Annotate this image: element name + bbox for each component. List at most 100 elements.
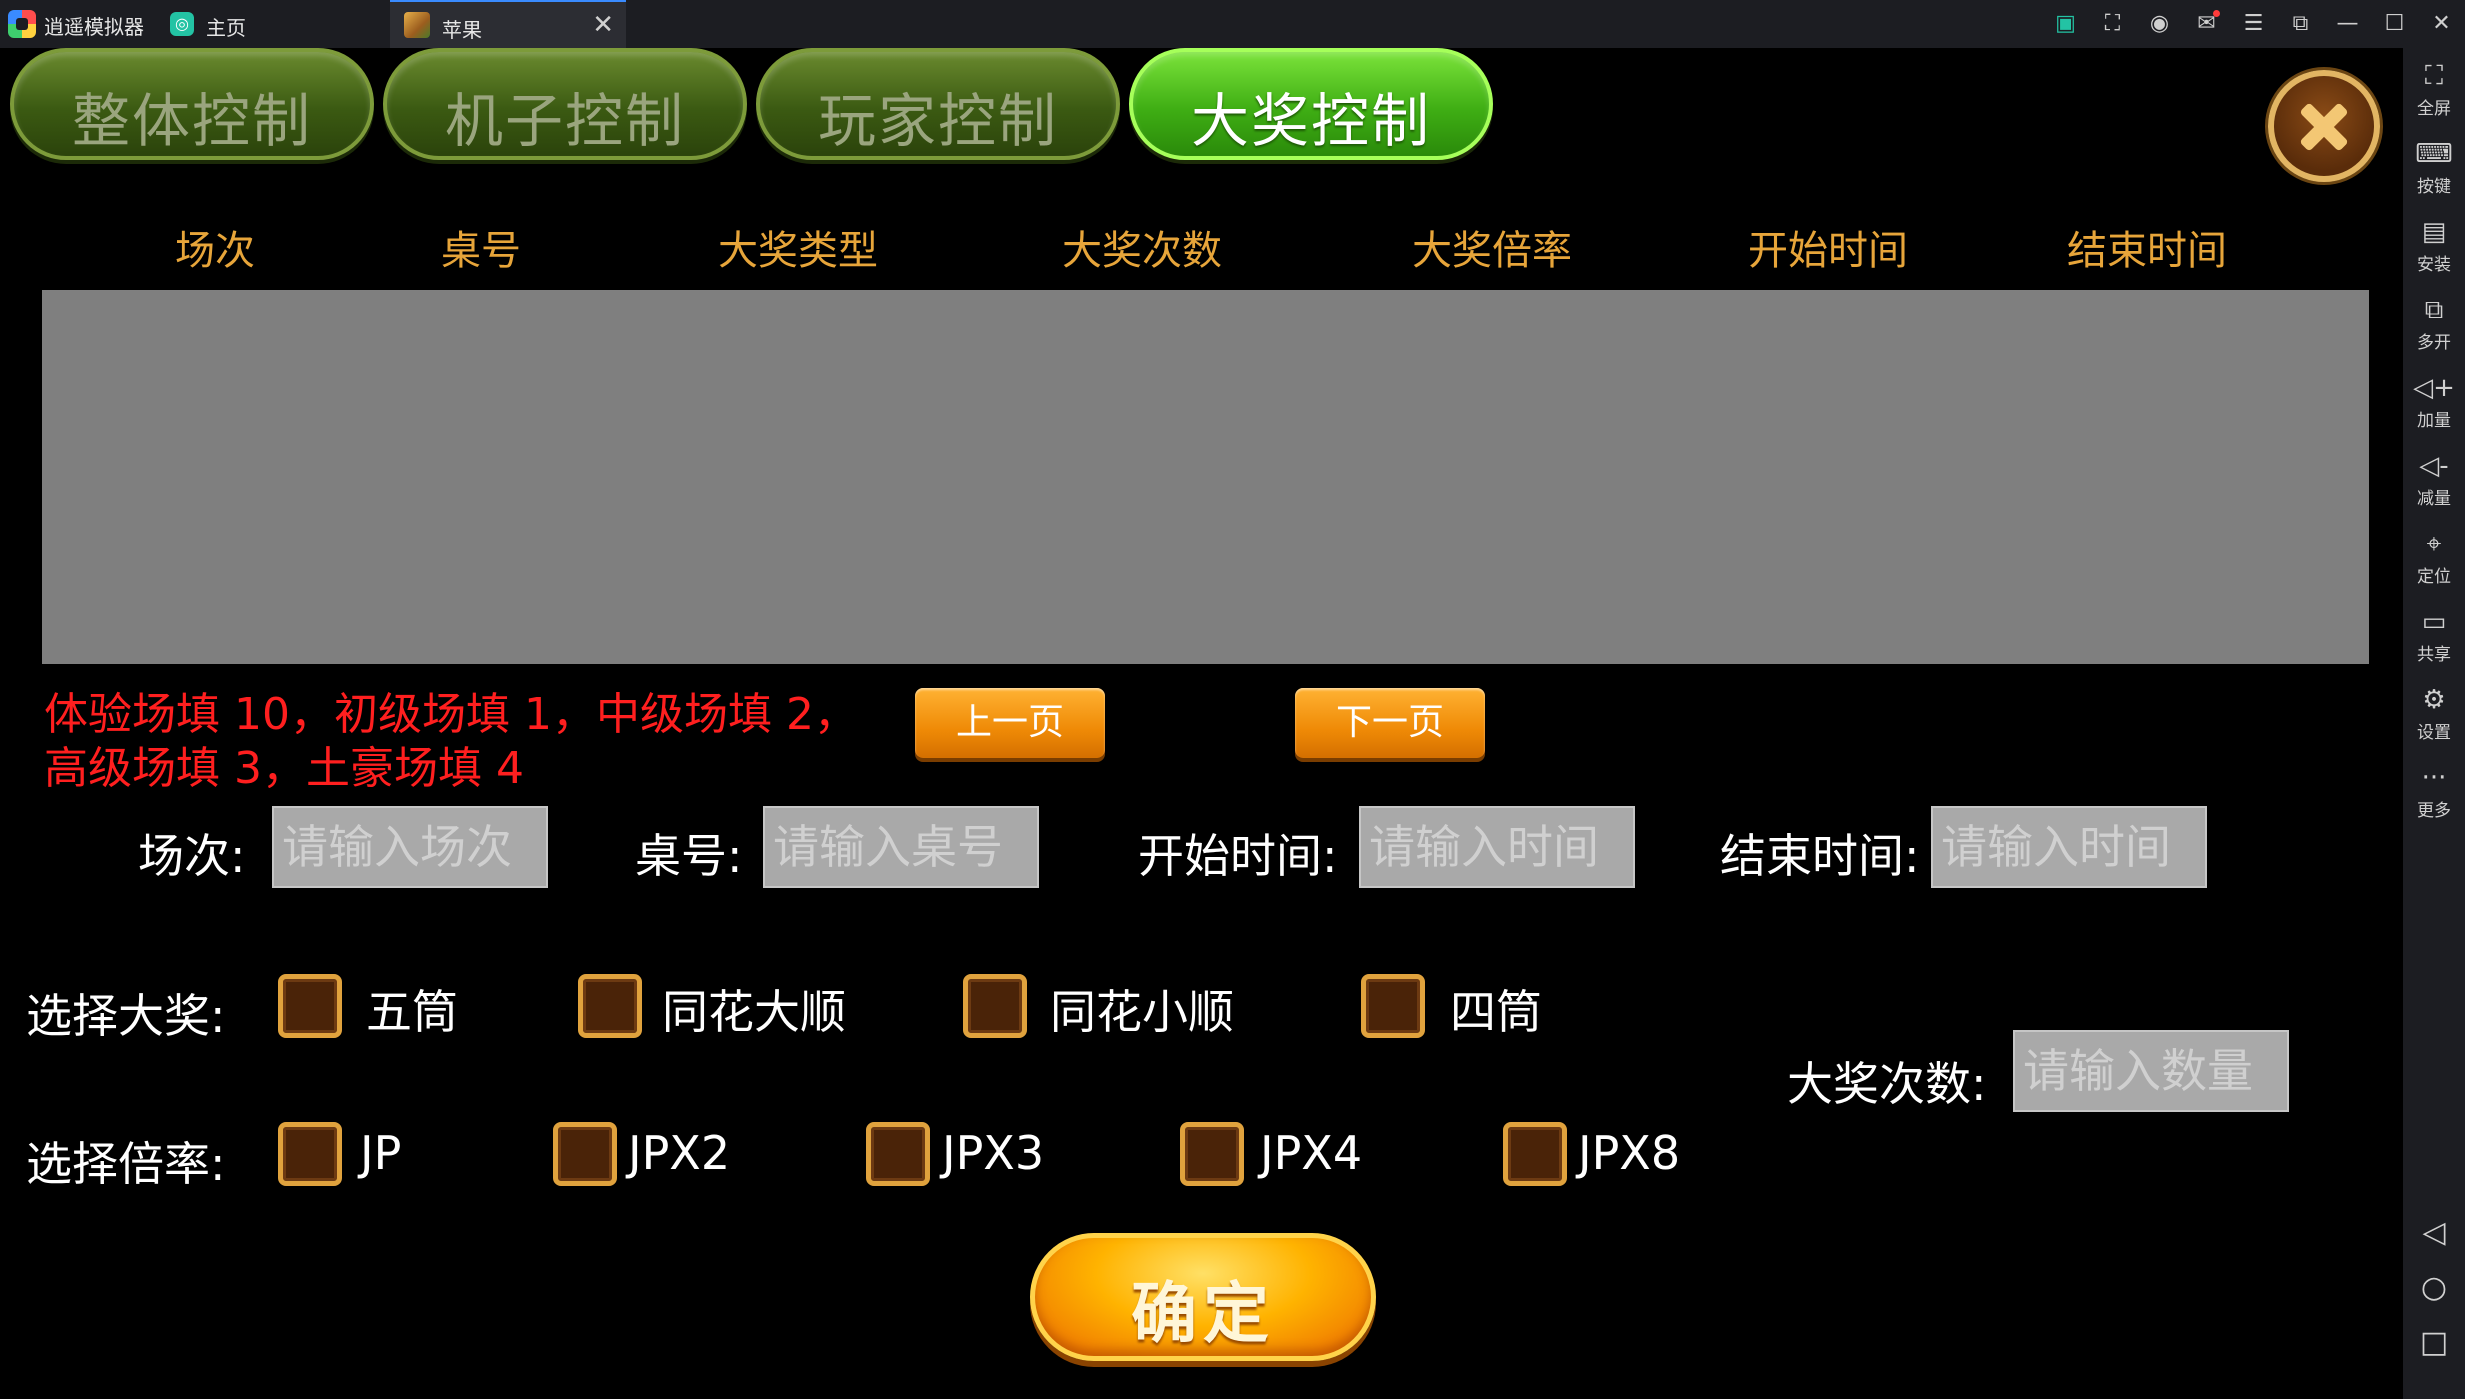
jackpot-checkbox-wutong[interactable] — [278, 974, 342, 1038]
back-icon[interactable]: ◁ — [2403, 1208, 2465, 1258]
account-icon[interactable]: ◉ — [2136, 0, 2183, 48]
prev-page-button[interactable]: 上一页 — [915, 688, 1105, 758]
sidebar-item-volume-down[interactable]: ◁- 减量 — [2403, 448, 2465, 518]
maximize-icon[interactable]: ☐ — [2371, 0, 2418, 48]
sidebar-item-more[interactable]: ··· 更多 — [2403, 760, 2465, 830]
jackpot-checkbox-royal-flush[interactable] — [578, 974, 642, 1038]
multiplier-checkbox-jpx8[interactable] — [1503, 1122, 1567, 1186]
sidebar-item-fullscreen[interactable]: ⛶ 全屏 — [2403, 58, 2465, 128]
column-header-start-time: 开始时间 — [1748, 228, 1908, 274]
sidebar-item-multi[interactable]: ⧉ 多开 — [2403, 292, 2465, 362]
app-name: 逍遥模拟器 — [44, 15, 144, 39]
jackpot-option-label: 同花小顺 — [1050, 985, 1234, 1039]
sidebar-item-label: 加量 — [2417, 411, 2451, 431]
fullscreen-icon: ⛶ — [2424, 61, 2444, 91]
keyboard-mapping-icon[interactable]: ▣ — [2042, 0, 2089, 48]
home-tab-icon: ◎ — [170, 12, 194, 36]
recents-icon[interactable]: □ — [2403, 1318, 2465, 1368]
more-icon: ··· — [2421, 763, 2447, 793]
jackpot-count-label: 大奖次数: — [1787, 1057, 1987, 1111]
home-tab-label: 主页 — [206, 16, 246, 40]
end-time-label: 结束时间: — [1720, 829, 1920, 883]
sidebar-item-label: 减量 — [2417, 489, 2451, 509]
folder-share-icon: ▭ — [2421, 607, 2447, 637]
sidebar-item-settings[interactable]: ⚙ 设置 — [2403, 682, 2465, 752]
session-input[interactable] — [272, 806, 548, 888]
multiplier-option-label: JPX2 — [628, 1126, 731, 1180]
tab-machine-control[interactable]: 机子控制 — [383, 48, 747, 160]
jackpot-count-input[interactable] — [2013, 1030, 2289, 1112]
multiplier-option-label: JPX3 — [942, 1126, 1045, 1180]
column-header-session: 场次 — [175, 228, 255, 274]
tab-label: 大奖控制 — [1190, 87, 1431, 155]
column-header-table: 桌号 — [441, 228, 521, 274]
multiplier-option-label: JPX4 — [1260, 1126, 1363, 1180]
sidebar-item-label: 多开 — [2417, 333, 2451, 353]
close-tab-icon[interactable]: ✕ — [592, 10, 614, 40]
table-number-input[interactable] — [763, 806, 1039, 888]
tab-jackpot-control[interactable]: 大奖控制 — [1129, 48, 1493, 160]
sidebar-item-install[interactable]: ▤ 安装 — [2403, 214, 2465, 284]
tab-player-control[interactable]: 玩家控制 — [756, 48, 1120, 160]
sidebar-item-location[interactable]: ⌖ 定位 — [2403, 526, 2465, 596]
tab-label: 玩家控制 — [817, 87, 1058, 155]
menu-icon[interactable]: ☰ — [2230, 0, 2277, 48]
location-icon: ⌖ — [2426, 529, 2442, 559]
sidebar-item-volume-up[interactable]: ◁+ 加量 — [2403, 370, 2465, 440]
sidebar-item-label: 更多 — [2417, 801, 2451, 821]
table-number-label: 桌号: — [635, 829, 743, 883]
keyboard-icon: ⌨ — [2415, 139, 2453, 169]
volume-down-icon: ◁- — [2419, 451, 2449, 481]
jackpot-checkbox-straight-flush[interactable] — [963, 974, 1027, 1038]
sidebar-item-label: 定位 — [2417, 567, 2451, 587]
tab-home[interactable]: ◎ 主页 — [160, 0, 390, 48]
multiplier-checkbox-jp[interactable] — [278, 1122, 342, 1186]
game-screen: 整体控制 机子控制 玩家控制 大奖控制 场次 桌号 大奖类型 大奖次数 大奖倍率… — [0, 48, 2403, 1399]
tab-label: 机子控制 — [444, 87, 685, 155]
select-jackpot-label: 选择大奖: — [26, 989, 226, 1043]
apk-install-icon: ▤ — [2421, 217, 2447, 247]
confirm-label: 确定 — [1131, 1275, 1275, 1352]
minimize-icon[interactable]: — — [2324, 0, 2371, 48]
multi-instance-icon: ⧉ — [2424, 295, 2444, 325]
tab-overall-control[interactable]: 整体控制 — [10, 48, 374, 160]
select-multiplier-label: 选择倍率: — [26, 1137, 226, 1191]
multiplier-checkbox-jpx2[interactable] — [553, 1122, 617, 1186]
sidebar-item-share[interactable]: ▭ 共享 — [2403, 604, 2465, 674]
close-window-icon[interactable]: ✕ — [2418, 0, 2465, 48]
confirm-button[interactable]: 确定 — [1030, 1233, 1376, 1361]
restore-icon[interactable]: ⧉ — [2277, 0, 2324, 48]
notification-dot — [2213, 10, 2220, 17]
tab-game[interactable]: 苹果 ✕ — [390, 0, 626, 48]
column-header-end-time: 结束时间 — [2067, 228, 2227, 274]
game-tab-label: 苹果 — [442, 18, 482, 42]
screenshot-icon[interactable]: ⛶ — [2089, 0, 2136, 48]
next-page-button[interactable]: 下一页 — [1295, 688, 1485, 758]
multiplier-checkbox-jpx3[interactable] — [866, 1122, 930, 1186]
column-header-jackpot-type: 大奖类型 — [718, 228, 878, 274]
start-time-input[interactable] — [1359, 806, 1635, 888]
volume-up-icon: ◁+ — [2413, 373, 2455, 403]
close-panel-button[interactable] — [2268, 70, 2380, 182]
jackpot-checkbox-sitong[interactable] — [1361, 974, 1425, 1038]
column-header-jackpot-count: 大奖次数 — [1062, 228, 1222, 274]
sidebar-item-keyboard[interactable]: ⌨ 按键 — [2403, 136, 2465, 206]
sidebar-item-label: 安装 — [2417, 255, 2451, 275]
jackpot-option-label: 五筒 — [366, 985, 458, 1039]
settings-icon: ⚙ — [2422, 685, 2446, 715]
sidebar-item-label: 按键 — [2417, 177, 2451, 197]
emulator-sidebar: ⛶ 全屏 ⌨ 按键 ▤ 安装 ⧉ 多开 ◁+ 加量 ◁- 减量 ⌖ 定位 ▭ 共… — [2403, 48, 2465, 1399]
jackpot-option-label: 同花大顺 — [662, 985, 846, 1039]
mail-icon[interactable]: ✉ — [2183, 0, 2230, 48]
end-time-input[interactable] — [1931, 806, 2207, 888]
emulator-titlebar: 逍遥模拟器 ◎ 主页 苹果 ✕ ▣ ⛶ ◉ ✉ ☰ ⧉ — ☐ ✕ — [0, 0, 2465, 48]
sidebar-item-label: 设置 — [2417, 723, 2451, 743]
home-icon[interactable]: ○ — [2403, 1263, 2465, 1313]
tab-label: 整体控制 — [71, 87, 312, 155]
start-time-label: 开始时间: — [1138, 829, 1338, 883]
session-label: 场次: — [138, 829, 246, 883]
multiplier-checkbox-jpx4[interactable] — [1180, 1122, 1244, 1186]
column-header-jackpot-multiplier: 大奖倍率 — [1412, 228, 1572, 274]
multiplier-option-label: JPX8 — [1578, 1126, 1681, 1180]
jackpot-records-table[interactable] — [42, 290, 2369, 664]
